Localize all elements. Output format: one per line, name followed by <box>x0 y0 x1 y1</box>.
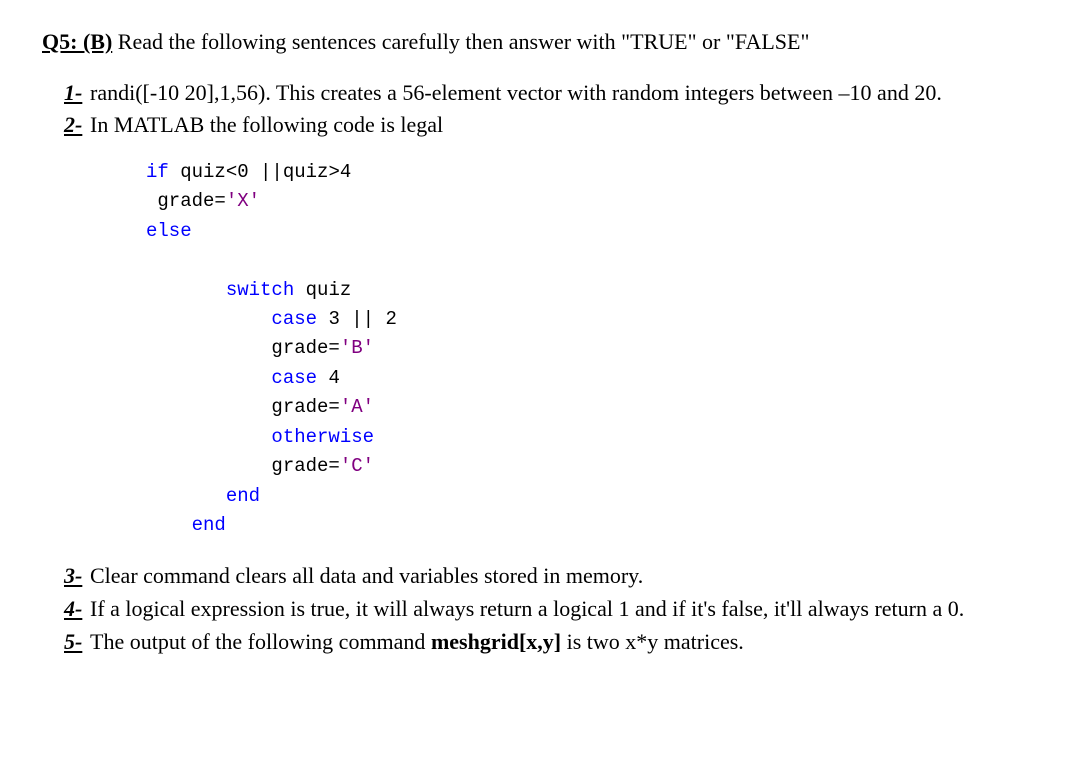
list-item: 4- If a logical expression is true, it w… <box>64 595 1038 624</box>
code-expr: grade= <box>146 455 340 477</box>
item-bullet: 2- <box>64 111 82 140</box>
question-instruction: Read the following sentences carefully t… <box>112 29 809 54</box>
list-item: 5- The output of the following command m… <box>64 628 1038 657</box>
question-label: Q5: (B) <box>42 29 112 54</box>
code-expr: grade= <box>146 396 340 418</box>
items-list: 1- randi([-10 20],1,56). This creates a … <box>42 79 1038 657</box>
item-text: In MATLAB the following code is legal <box>90 112 443 137</box>
code-expr: grade= <box>146 190 226 212</box>
code-expr: quiz<0 ||quiz>4 <box>180 161 351 183</box>
code-block: if quiz<0 ||quiz>4 grade='X' else switch… <box>146 158 1038 541</box>
code-keyword: switch <box>146 279 306 301</box>
item-text: If a logical expression is true, it will… <box>90 596 964 621</box>
code-string: 'X' <box>226 190 260 212</box>
list-item: 1- randi([-10 20],1,56). This creates a … <box>64 79 1038 108</box>
code-string: 'B' <box>340 337 374 359</box>
list-item: 2- In MATLAB the following code is legal… <box>64 111 1038 540</box>
item-bullet: 4- <box>64 595 82 624</box>
code-expr: quiz <box>306 279 352 301</box>
item-bold: meshgrid[x,y] <box>431 629 561 654</box>
code-string: 'A' <box>340 396 374 418</box>
question-header: Q5: (B) Read the following sentences car… <box>42 28 1038 57</box>
code-expr: 4 <box>328 367 339 389</box>
item-bullet: 1- <box>64 79 82 108</box>
item-text-after: is two x*y matrices. <box>561 629 744 654</box>
code-keyword: case <box>146 308 328 330</box>
item-text: Clear command clears all data and variab… <box>90 563 643 588</box>
item-bullet: 5- <box>64 628 82 657</box>
code-keyword: end <box>146 514 226 536</box>
code-keyword: else <box>146 220 192 242</box>
code-expr: 3 || 2 <box>328 308 396 330</box>
code-keyword: end <box>146 485 260 507</box>
item-bullet: 3- <box>64 562 82 591</box>
item-text: randi([-10 20],1,56). This creates a 56-… <box>90 80 942 105</box>
list-item: 3- Clear command clears all data and var… <box>64 562 1038 591</box>
code-string: 'C' <box>340 455 374 477</box>
code-keyword: case <box>146 367 328 389</box>
code-keyword: if <box>146 161 180 183</box>
item-text-before: The output of the following command <box>90 629 431 654</box>
code-expr: grade= <box>146 337 340 359</box>
code-keyword: otherwise <box>146 426 374 448</box>
